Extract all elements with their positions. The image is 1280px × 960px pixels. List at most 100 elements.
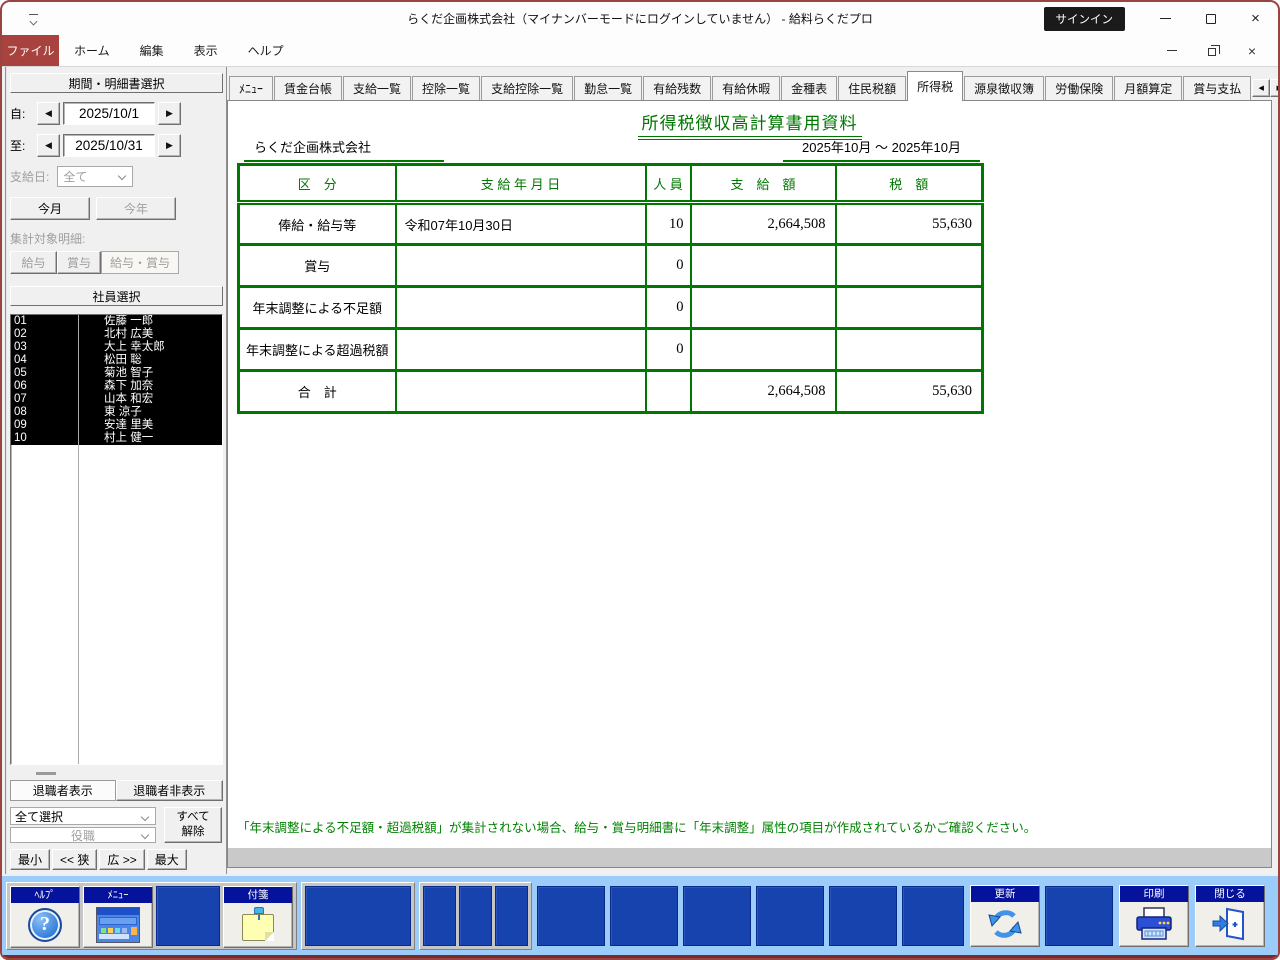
report-cell: 2,664,508 [689, 369, 837, 414]
tab-strip-items: ﾒﾆｭｰ 賃金台帳 支給一覧 控除一覧 支給控除一覧 勤怠一覧 有給残数 有給休暇 金種表 住民税… [229, 71, 1252, 101]
target-salary-button[interactable]: 給与 [10, 251, 57, 274]
position-dropdown[interactable]: 役職 [10, 827, 156, 843]
menu-help[interactable]: ヘルプ [233, 35, 299, 66]
menu-window-icon [96, 906, 140, 943]
report-row: 合 計 2,664,508 55,630 [237, 369, 984, 414]
exit-door-icon [1212, 907, 1244, 940]
date-from-label: 自: [10, 106, 26, 121]
tab-item[interactable]: 有給休暇 [712, 76, 781, 100]
horizontal-scrollbar[interactable] [228, 847, 1271, 867]
child-close-button[interactable]: × [1232, 38, 1272, 64]
sticky-note-icon [242, 907, 274, 941]
select-all-value: 全て選択 [15, 809, 64, 824]
title-bar: らくだ企画株式会社（マイナンバーモードにログインしていません） - 給料らくだプ… [2, 2, 1278, 35]
menu-edit[interactable]: 編集 [125, 35, 179, 66]
report-row: 賞与 0 [237, 243, 984, 288]
date-to-prev-button[interactable]: ◀ [37, 133, 60, 157]
employee-row[interactable]: 06 森下 加奈 [11, 380, 222, 393]
tab-item[interactable]: 労働保険 [1045, 76, 1114, 100]
date-to-next-button[interactable]: ▶ [158, 133, 181, 157]
signin-button[interactable]: サインイン [1043, 6, 1125, 31]
employee-row[interactable]: 02 北村 広美 [11, 328, 222, 341]
refresh-icon [988, 909, 1022, 938]
report-cell: 0 [644, 243, 692, 288]
child-minimize-button[interactable] [1152, 38, 1192, 64]
report-cell [394, 327, 647, 372]
child-restore-button[interactable] [1192, 38, 1232, 64]
employee-row[interactable]: 05 菊池 智子 [11, 367, 222, 380]
date-from-field[interactable]: 2025/10/1 [63, 101, 155, 125]
tab-item[interactable]: 勤怠一覧 [574, 76, 643, 100]
employee-row[interactable]: 03 大上 幸太郎 [11, 341, 222, 354]
target-salary-bonus-button[interactable]: 給与・賞与 [101, 251, 179, 274]
show-retired-button[interactable]: 退職者表示 [10, 780, 116, 801]
size-min-button[interactable]: 最小 [10, 849, 51, 870]
menu-button-label: ﾒﾆｭｰ [84, 886, 152, 903]
maximize-button[interactable] [1188, 4, 1233, 34]
employee-listbox[interactable]: 01 佐藤 一郎 02 北村 広美 03 大上 幸太郎 04 松田 聡 05 菊池 智子 06 森下 … [10, 314, 223, 765]
size-narrow-button[interactable]: << 狭 [52, 849, 98, 870]
tab-strip: ﾒﾆｭｰ 賃金台帳 支給一覧 控除一覧 支給控除一覧 勤怠一覧 有給残数 有給休暇 金種表 住民税… [227, 67, 1278, 101]
employee-row[interactable]: 01 佐藤 一郎 [11, 315, 222, 328]
employee-row[interactable]: 10 村上 健一 [11, 432, 222, 445]
menu-button[interactable]: ﾒﾆｭｰ [83, 885, 153, 948]
target-bonus-button[interactable]: 賞与 [57, 251, 101, 274]
report-cell: 令和07年10月30日 [394, 201, 647, 246]
tab-item[interactable]: 所得税 [907, 71, 964, 101]
help-button[interactable]: ﾍﾙﾌﾟ ? [10, 885, 80, 948]
report-cell: 0 [644, 327, 692, 372]
menu-view[interactable]: 表示 [179, 35, 233, 66]
employee-row[interactable]: 07 山本 和宏 [11, 393, 222, 406]
sticky-note-button-label: 付箋 [224, 886, 292, 903]
report-column-header: 区 分 [237, 163, 397, 205]
tab-item[interactable]: 控除一覧 [412, 76, 481, 100]
toolbar-empty-slot [305, 885, 411, 946]
help-button-label: ﾍﾙﾌﾟ [11, 886, 79, 903]
hide-retired-button[interactable]: 退職者非表示 [115, 780, 223, 801]
employee-row[interactable]: 04 松田 聡 [11, 354, 222, 367]
tab-item[interactable]: 源泉徴収簿 [964, 76, 1045, 100]
payday-label: 支給日: [10, 169, 50, 184]
this-year-button[interactable]: 今年 [96, 197, 176, 220]
select-all-dropdown[interactable]: 全て選択 [10, 807, 156, 825]
tab-item[interactable]: 賃金台帳 [274, 76, 343, 100]
employee-row[interactable]: 08 東 涼子 [11, 406, 222, 419]
tab-scroll-right-button[interactable]: ▶ [1270, 79, 1278, 97]
refresh-button[interactable]: 更新 [970, 884, 1040, 947]
date-from-next-button[interactable]: ▶ [158, 101, 181, 125]
menu-bar: ファイル ホーム 編集 表示 ヘルプ × [2, 35, 1278, 66]
tab-item[interactable]: 支給控除一覧 [481, 76, 574, 100]
tab-item[interactable]: 賞与支払 [1183, 76, 1252, 100]
print-button-label: 印刷 [1120, 885, 1188, 902]
sticky-note-button[interactable]: 付箋 [223, 885, 293, 948]
print-button[interactable]: 印刷 [1119, 884, 1189, 947]
tab-item[interactable]: 支給一覧 [343, 76, 412, 100]
this-month-button[interactable]: 今月 [10, 197, 90, 220]
menu-home[interactable]: ホーム [59, 35, 125, 66]
close-window-button[interactable]: × [1233, 4, 1278, 34]
employee-name: 北村 広美 [104, 328, 154, 340]
menu-file[interactable]: ファイル [2, 35, 59, 66]
clear-all-button[interactable]: すべて 解除 [164, 807, 222, 843]
tab-item[interactable]: 有給残数 [643, 76, 712, 100]
employee-code: 04 [14, 354, 27, 366]
size-max-button[interactable]: 最大 [146, 849, 187, 870]
report-note: 「年末調整による不足額・超過税額」が集計されない場合、給与・賞与明細書に「年末調… [237, 821, 1037, 835]
minimize-button[interactable] [1143, 4, 1188, 34]
toolbar-group-3 [419, 881, 532, 950]
payday-dropdown[interactable]: 全て [57, 165, 134, 187]
list-splitter-handle[interactable] [36, 772, 56, 775]
tab-item[interactable]: ﾒﾆｭｰ [229, 76, 274, 100]
close-screen-button[interactable]: 閉じる [1195, 884, 1265, 947]
tab-item[interactable]: 住民税額 [838, 76, 907, 100]
size-wide-button[interactable]: 広 >> [99, 849, 145, 870]
tab-scroll-left-button[interactable]: ◀ [1252, 79, 1271, 97]
tab-item[interactable]: 金種表 [781, 76, 838, 100]
listbox-column-divider [78, 315, 79, 764]
report-cell [689, 327, 837, 372]
date-from-prev-button[interactable]: ◀ [37, 101, 60, 125]
date-to-field[interactable]: 2025/10/31 [63, 133, 155, 157]
employee-row[interactable]: 09 安達 里美 [11, 419, 222, 432]
report-cell: 年末調整による不足額 [237, 285, 397, 330]
tab-item[interactable]: 月額算定 [1114, 76, 1183, 100]
